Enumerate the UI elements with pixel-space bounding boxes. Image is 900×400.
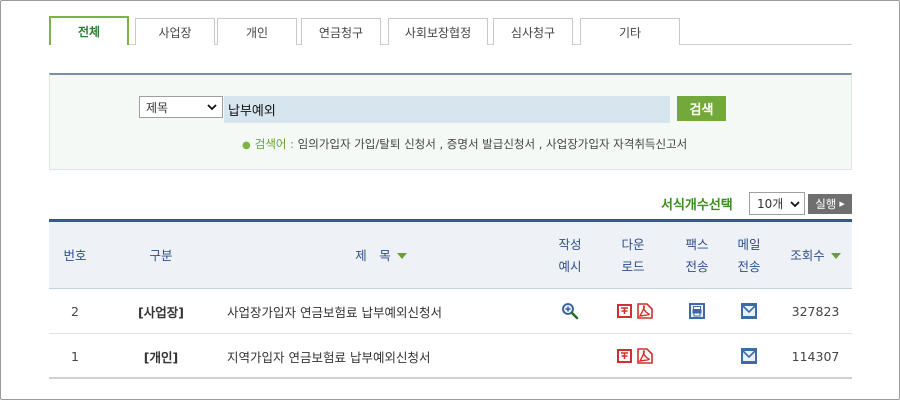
bullet-icon: ●: [242, 140, 251, 151]
header-fax-line2: 전송: [685, 258, 709, 274]
header-category: 구분: [149, 247, 173, 263]
search-input[interactable]: 납부예외: [224, 96, 670, 123]
mail-icon[interactable]: [740, 347, 758, 365]
row-fax-cell: [673, 289, 721, 333]
page-size-value: 10개: [757, 197, 784, 211]
row-example-cell: [545, 289, 595, 333]
search-button[interactable]: 검색: [677, 96, 726, 121]
pdf-file-icon[interactable]: [636, 347, 654, 365]
table-header: 번호 구분 제 목 작성예시 다운로드 팩스전송 메일전송 조회수: [49, 219, 852, 289]
search-field-select[interactable]: 제목: [139, 96, 223, 118]
row-title-link[interactable]: 지역가입자 연금보험료 납부예외신청서: [227, 334, 547, 378]
printer-icon[interactable]: [688, 302, 706, 320]
run-button[interactable]: 실행 ▶: [808, 194, 852, 214]
page-size-row: 서식개수선택 10개 실행 ▶: [0, 192, 900, 216]
header-title: 제 목: [221, 222, 541, 289]
hwp-file-icon[interactable]: [616, 302, 634, 320]
header-download: 다운로드: [607, 222, 659, 289]
header-example-line2: 예시: [558, 258, 582, 274]
header-fax-line1: 팩스: [685, 236, 709, 252]
tab-pension-claim[interactable]: 연금청구: [301, 18, 381, 45]
row-category: [개인]: [143, 349, 179, 365]
page-size-label: 서식개수선택: [661, 198, 733, 213]
row-example-cell: [545, 334, 595, 378]
row-views: 114307: [791, 348, 840, 364]
tab-workplace[interactable]: 사업장: [135, 18, 215, 45]
header-title-label: 제 목: [355, 247, 391, 263]
tab-all[interactable]: 전체: [49, 16, 129, 45]
row-download-cell: [609, 289, 661, 333]
header-download-line1: 다운: [621, 236, 645, 252]
row-number: 2: [71, 303, 79, 319]
header-fax: 팩스전송: [673, 222, 721, 289]
hwp-file-icon[interactable]: [616, 347, 634, 365]
search-field-value: 제목: [146, 100, 169, 115]
sort-down-icon[interactable]: [396, 252, 407, 259]
header-example-line1: 작성: [558, 236, 582, 252]
row-download-cell: [609, 334, 661, 378]
hint-label: 검색어 :: [254, 137, 295, 151]
run-button-label: 실행: [815, 197, 837, 211]
tab-social-security-agreement[interactable]: 사회보장협정: [388, 18, 488, 45]
pdf-file-icon[interactable]: [636, 302, 654, 320]
category-tabs: 전체 사업장 개인 연금청구 사회보장협정 심사청구 기타: [49, 16, 852, 45]
search-panel: 제목 납부예외 검색 ● 검색어 : 임의가입자 가입/탈퇴 신청서 , 증명서 …: [49, 73, 852, 170]
row-mail-cell: [725, 289, 773, 333]
row-title-link[interactable]: 사업장가입자 연금보험료 납부예외신청서: [227, 289, 547, 333]
header-views-label: 조회수: [790, 247, 825, 263]
table-row: 1 [개인] 지역가입자 연금보험료 납부예외신청서 114307: [49, 334, 852, 379]
header-mail-line1: 메일: [737, 236, 761, 252]
header-example: 작성예시: [545, 222, 595, 289]
chevron-down-icon: [207, 104, 217, 111]
chevron-down-icon: [790, 201, 800, 208]
header-number: 번호: [63, 247, 87, 263]
row-number: 1: [71, 348, 79, 364]
row-mail-cell: [725, 334, 773, 378]
mail-icon[interactable]: [740, 302, 758, 320]
table-row: 2 [사업장] 사업장가입자 연금보험료 납부예외신청서 327823: [49, 289, 852, 334]
hint-keywords: 임의가입자 가입/탈퇴 신청서 , 증명서 발급신청서 , 사업장가입자 자격취…: [294, 137, 688, 151]
search-query-text: 납부예외: [228, 104, 276, 119]
header-mail: 메일전송: [725, 222, 773, 289]
tab-individual[interactable]: 개인: [217, 18, 297, 45]
sort-down-icon[interactable]: [830, 252, 841, 259]
tab-review-claim[interactable]: 심사청구: [493, 18, 573, 45]
row-views: 327823: [791, 303, 840, 319]
forms-table: 번호 구분 제 목 작성예시 다운로드 팩스전송 메일전송 조회수 2 [사업장…: [49, 219, 852, 379]
play-arrow-icon: ▶: [839, 200, 845, 208]
magnifier-icon[interactable]: [561, 302, 579, 320]
header-views: 조회수: [779, 222, 852, 289]
search-keyword-hint: ● 검색어 : 임의가입자 가입/탈퇴 신청서 , 증명서 발급신청서 , 사업장…: [242, 136, 687, 152]
page-size-select[interactable]: 10개: [749, 192, 805, 215]
row-fax-cell: [673, 334, 721, 378]
header-download-line2: 로드: [621, 258, 645, 274]
header-mail-line2: 전송: [737, 258, 761, 274]
row-category: [사업장]: [138, 304, 184, 320]
tab-other[interactable]: 기타: [580, 18, 680, 45]
